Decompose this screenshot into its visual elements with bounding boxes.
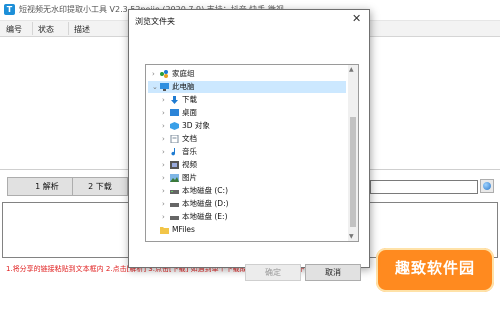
drive-icon (170, 190, 179, 194)
documents-icon (170, 135, 179, 143)
chevron-right-icon[interactable]: › (162, 172, 170, 184)
music-icon (171, 148, 176, 156)
drive-icon (170, 216, 179, 220)
tree-item-label: 桌面 (182, 108, 197, 117)
column-header-status[interactable]: 状态 (38, 24, 54, 35)
tree-item-label: 家庭组 (172, 69, 195, 78)
tree-item-drive-d[interactable]: › 本地磁盘 (D:) (148, 198, 346, 210)
chevron-right-icon[interactable]: › (162, 133, 170, 145)
watermark-text: 趣致软件园 (394, 259, 475, 277)
dialog-title: 浏览文件夹 (135, 17, 175, 26)
tree-item-drive-e[interactable]: › 本地磁盘 (E:) (148, 211, 346, 223)
desktop-icon (170, 109, 179, 116)
chevron-right-icon[interactable]: › (162, 159, 170, 171)
drive-icon (170, 203, 179, 207)
tree-item-pictures[interactable]: › 图片 (148, 172, 346, 184)
folder-tree[interactable]: › 家庭组 ⌄ 此电脑 › 下载 › 桌面 › 3D 对象 › 文档 › 音乐 … (145, 64, 359, 242)
chevron-right-icon[interactable]: › (162, 198, 170, 210)
tree-item-documents[interactable]: › 文档 (148, 133, 346, 145)
chevron-right-icon[interactable]: › (162, 120, 170, 132)
chevron-right-icon[interactable]: › (162, 94, 170, 106)
tree-item-videos[interactable]: › 视频 (148, 159, 346, 171)
tree-item-label: 下载 (182, 95, 197, 104)
chevron-right-icon[interactable]: › (162, 185, 170, 197)
tree-item-downloads[interactable]: › 下载 (148, 94, 346, 106)
browser-button[interactable] (480, 179, 494, 193)
tree-item-label: 视频 (182, 160, 197, 169)
tree-item-label: 3D 对象 (182, 121, 210, 130)
column-header-id[interactable]: 编号 (6, 24, 22, 35)
tree-item-label: 本地磁盘 (E:) (182, 212, 228, 221)
homegroup-icon (160, 70, 168, 78)
column-header-description[interactable]: 描述 (74, 24, 90, 35)
scroll-up-icon[interactable]: ▲ (349, 66, 354, 73)
ok-button[interactable]: 确定 (245, 264, 301, 281)
tree-item-mfiles[interactable]: MFiles (148, 224, 346, 236)
download-button[interactable]: 2 下载 (72, 177, 128, 196)
url-input[interactable] (370, 180, 478, 194)
tree-item-label: MFiles (172, 225, 195, 234)
chevron-right-icon[interactable]: › (152, 68, 160, 80)
chevron-right-icon[interactable]: › (162, 107, 170, 119)
watermark-logo: 趣致软件园 (376, 248, 494, 292)
3d-objects-icon (170, 122, 179, 130)
downloads-icon (171, 96, 178, 104)
tree-item-desktop[interactable]: › 桌面 (148, 107, 346, 119)
tree-item-label: 此电脑 (172, 82, 195, 91)
tree-item-this-pc[interactable]: ⌄ 此电脑 (148, 81, 346, 93)
chevron-right-icon[interactable]: › (162, 146, 170, 158)
tree-item-label: 文档 (182, 134, 197, 143)
tree-item-3d-objects[interactable]: › 3D 对象 (148, 120, 346, 132)
tree-item-homegroup[interactable]: › 家庭组 (148, 68, 346, 80)
tree-item-label: 图片 (182, 173, 197, 182)
close-icon[interactable]: ✕ (352, 13, 361, 25)
folder-icon (160, 227, 169, 234)
scroll-down-icon[interactable]: ▼ (349, 233, 354, 240)
tree-item-label: 音乐 (182, 147, 197, 156)
pictures-icon (170, 174, 179, 182)
scrollbar-thumb[interactable] (350, 117, 356, 227)
cancel-button[interactable]: 取消 (305, 264, 361, 281)
app-logo-icon: T (4, 4, 15, 15)
chevron-right-icon[interactable]: › (162, 211, 170, 223)
videos-icon (170, 161, 179, 169)
this-pc-icon (160, 83, 169, 91)
tree-item-label: 本地磁盘 (D:) (182, 199, 229, 208)
vertical-scrollbar[interactable]: ▲ ▼ (348, 65, 358, 241)
browse-folder-dialog: 浏览文件夹 ✕ › 家庭组 ⌄ 此电脑 › 下载 › 桌面 › 3D 对象 › … (128, 9, 370, 281)
tree-item-music[interactable]: › 音乐 (148, 146, 346, 158)
tree-item-drive-c[interactable]: › 本地磁盘 (C:) (148, 185, 346, 197)
tree-item-label: 本地磁盘 (C:) (182, 186, 228, 195)
globe-icon (483, 182, 491, 190)
chevron-down-icon[interactable]: ⌄ (152, 81, 160, 93)
